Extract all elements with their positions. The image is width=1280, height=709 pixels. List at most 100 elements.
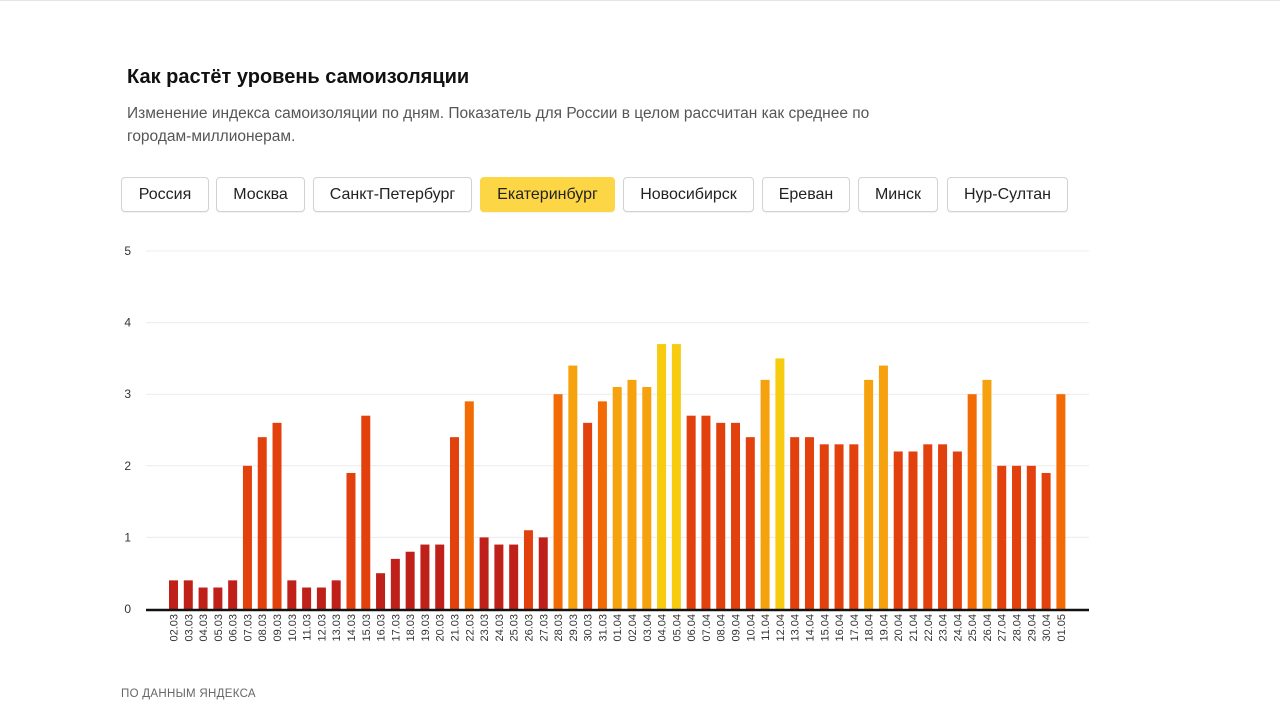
bar bbox=[657, 344, 667, 609]
bar bbox=[420, 544, 430, 609]
bar bbox=[745, 437, 755, 609]
x-tick-label: 25.04 bbox=[967, 614, 979, 642]
x-tick-label: 02.03 bbox=[169, 614, 181, 642]
x-tick-label: 08.03 bbox=[257, 614, 269, 642]
bar bbox=[775, 358, 785, 609]
x-tick-label: 08.04 bbox=[716, 614, 728, 642]
bar bbox=[982, 379, 992, 609]
x-tick-label: 10.04 bbox=[745, 614, 757, 642]
x-tick-label: 23.03 bbox=[479, 614, 491, 642]
bar bbox=[169, 580, 178, 609]
y-tick-label: 2 bbox=[124, 459, 131, 473]
x-tick-label: 01.05 bbox=[1056, 614, 1068, 642]
x-tick-label: 04.03 bbox=[198, 614, 210, 642]
bar bbox=[731, 422, 741, 609]
x-tick-label: 06.04 bbox=[686, 614, 698, 642]
x-tick-label: 14.03 bbox=[346, 614, 358, 642]
bar bbox=[228, 580, 238, 609]
x-tick-label: 24.03 bbox=[494, 614, 506, 642]
bar bbox=[553, 394, 563, 609]
x-tick-label: 16.03 bbox=[376, 614, 388, 642]
bar bbox=[612, 387, 622, 609]
bar bbox=[997, 465, 1007, 609]
bar bbox=[1012, 465, 1022, 609]
x-tick-label: 17.03 bbox=[390, 614, 402, 642]
x-tick-label: 12.03 bbox=[316, 614, 328, 642]
x-tick-label: 29.03 bbox=[568, 614, 580, 642]
x-tick-label: 29.04 bbox=[1026, 614, 1038, 642]
x-tick-label: 01.04 bbox=[612, 614, 624, 642]
x-tick-label: 07.04 bbox=[701, 614, 713, 642]
bar bbox=[272, 422, 282, 609]
x-tick-label: 25.03 bbox=[509, 614, 521, 642]
x-tick-label: 28.03 bbox=[553, 614, 565, 642]
x-tick-label: 20.04 bbox=[893, 614, 905, 642]
x-tick-label: 22.03 bbox=[464, 614, 476, 642]
y-tick-label: 3 bbox=[124, 387, 131, 401]
bar bbox=[494, 544, 504, 609]
y-tick-label: 5 bbox=[124, 244, 131, 258]
bar bbox=[464, 401, 474, 609]
bar bbox=[952, 451, 962, 609]
x-tick-label: 16.04 bbox=[834, 614, 846, 642]
bar bbox=[405, 551, 415, 609]
bar bbox=[376, 573, 386, 609]
x-tick-label: 05.04 bbox=[671, 614, 683, 642]
bars bbox=[169, 344, 1066, 609]
bar bbox=[213, 587, 223, 609]
x-tick-label: 28.04 bbox=[1012, 614, 1024, 642]
x-tick-label: 04.04 bbox=[657, 614, 669, 642]
x-tick-label: 06.03 bbox=[228, 614, 240, 642]
x-tick-label: 13.04 bbox=[790, 614, 802, 642]
x-tick-label: 09.03 bbox=[272, 614, 284, 642]
x-tick-label: 15.04 bbox=[819, 614, 831, 642]
x-tick-label: 12.04 bbox=[775, 614, 787, 642]
bar bbox=[938, 444, 948, 609]
bar bbox=[568, 365, 578, 609]
bar bbox=[864, 379, 874, 609]
x-tick-label: 30.04 bbox=[1041, 614, 1053, 642]
x-tick-label: 07.03 bbox=[242, 614, 254, 642]
bar bbox=[627, 379, 637, 609]
x-tick-label: 05.03 bbox=[213, 614, 225, 642]
bar bbox=[760, 379, 770, 609]
bar bbox=[198, 587, 208, 609]
x-tick-label: 11.03 bbox=[302, 614, 314, 641]
y-tick-label: 1 bbox=[124, 530, 131, 544]
bar bbox=[701, 415, 711, 609]
data-source-note: ПО ДАННЫМ ЯНДЕКСА bbox=[121, 688, 256, 700]
bar bbox=[183, 580, 193, 609]
x-tick-label: 22.04 bbox=[923, 614, 935, 642]
bar bbox=[538, 537, 548, 609]
bar bbox=[390, 558, 400, 609]
x-tick-label: 13.03 bbox=[331, 614, 343, 642]
x-tick-label: 18.03 bbox=[405, 614, 417, 642]
x-tick-label: 26.04 bbox=[982, 614, 994, 642]
bar bbox=[834, 444, 844, 609]
bar bbox=[361, 415, 371, 609]
x-tick-label: 09.04 bbox=[731, 614, 743, 642]
bar bbox=[819, 444, 829, 609]
x-tick-label: 15.03 bbox=[361, 614, 373, 642]
x-tick-label: 20.03 bbox=[435, 614, 447, 642]
bar bbox=[435, 544, 445, 609]
bar bbox=[316, 587, 326, 609]
bar bbox=[242, 465, 252, 609]
x-tick-label: 11.04 bbox=[760, 614, 772, 641]
x-tick-label: 02.04 bbox=[627, 614, 639, 642]
bar bbox=[642, 387, 652, 609]
bar bbox=[923, 444, 933, 609]
bar bbox=[583, 422, 593, 609]
x-tick-label: 26.03 bbox=[523, 614, 535, 642]
y-tick-label: 4 bbox=[124, 316, 131, 330]
bar bbox=[257, 437, 267, 609]
bar bbox=[523, 530, 533, 609]
x-tick-label: 27.04 bbox=[997, 614, 1009, 642]
x-tick-label: 19.03 bbox=[420, 614, 432, 642]
bar bbox=[479, 537, 489, 609]
x-tick-label: 19.04 bbox=[878, 614, 890, 642]
x-tick-label: 14.04 bbox=[804, 614, 816, 642]
bar bbox=[716, 422, 726, 609]
bar bbox=[509, 544, 519, 609]
y-tick-label: 0 bbox=[124, 602, 131, 616]
